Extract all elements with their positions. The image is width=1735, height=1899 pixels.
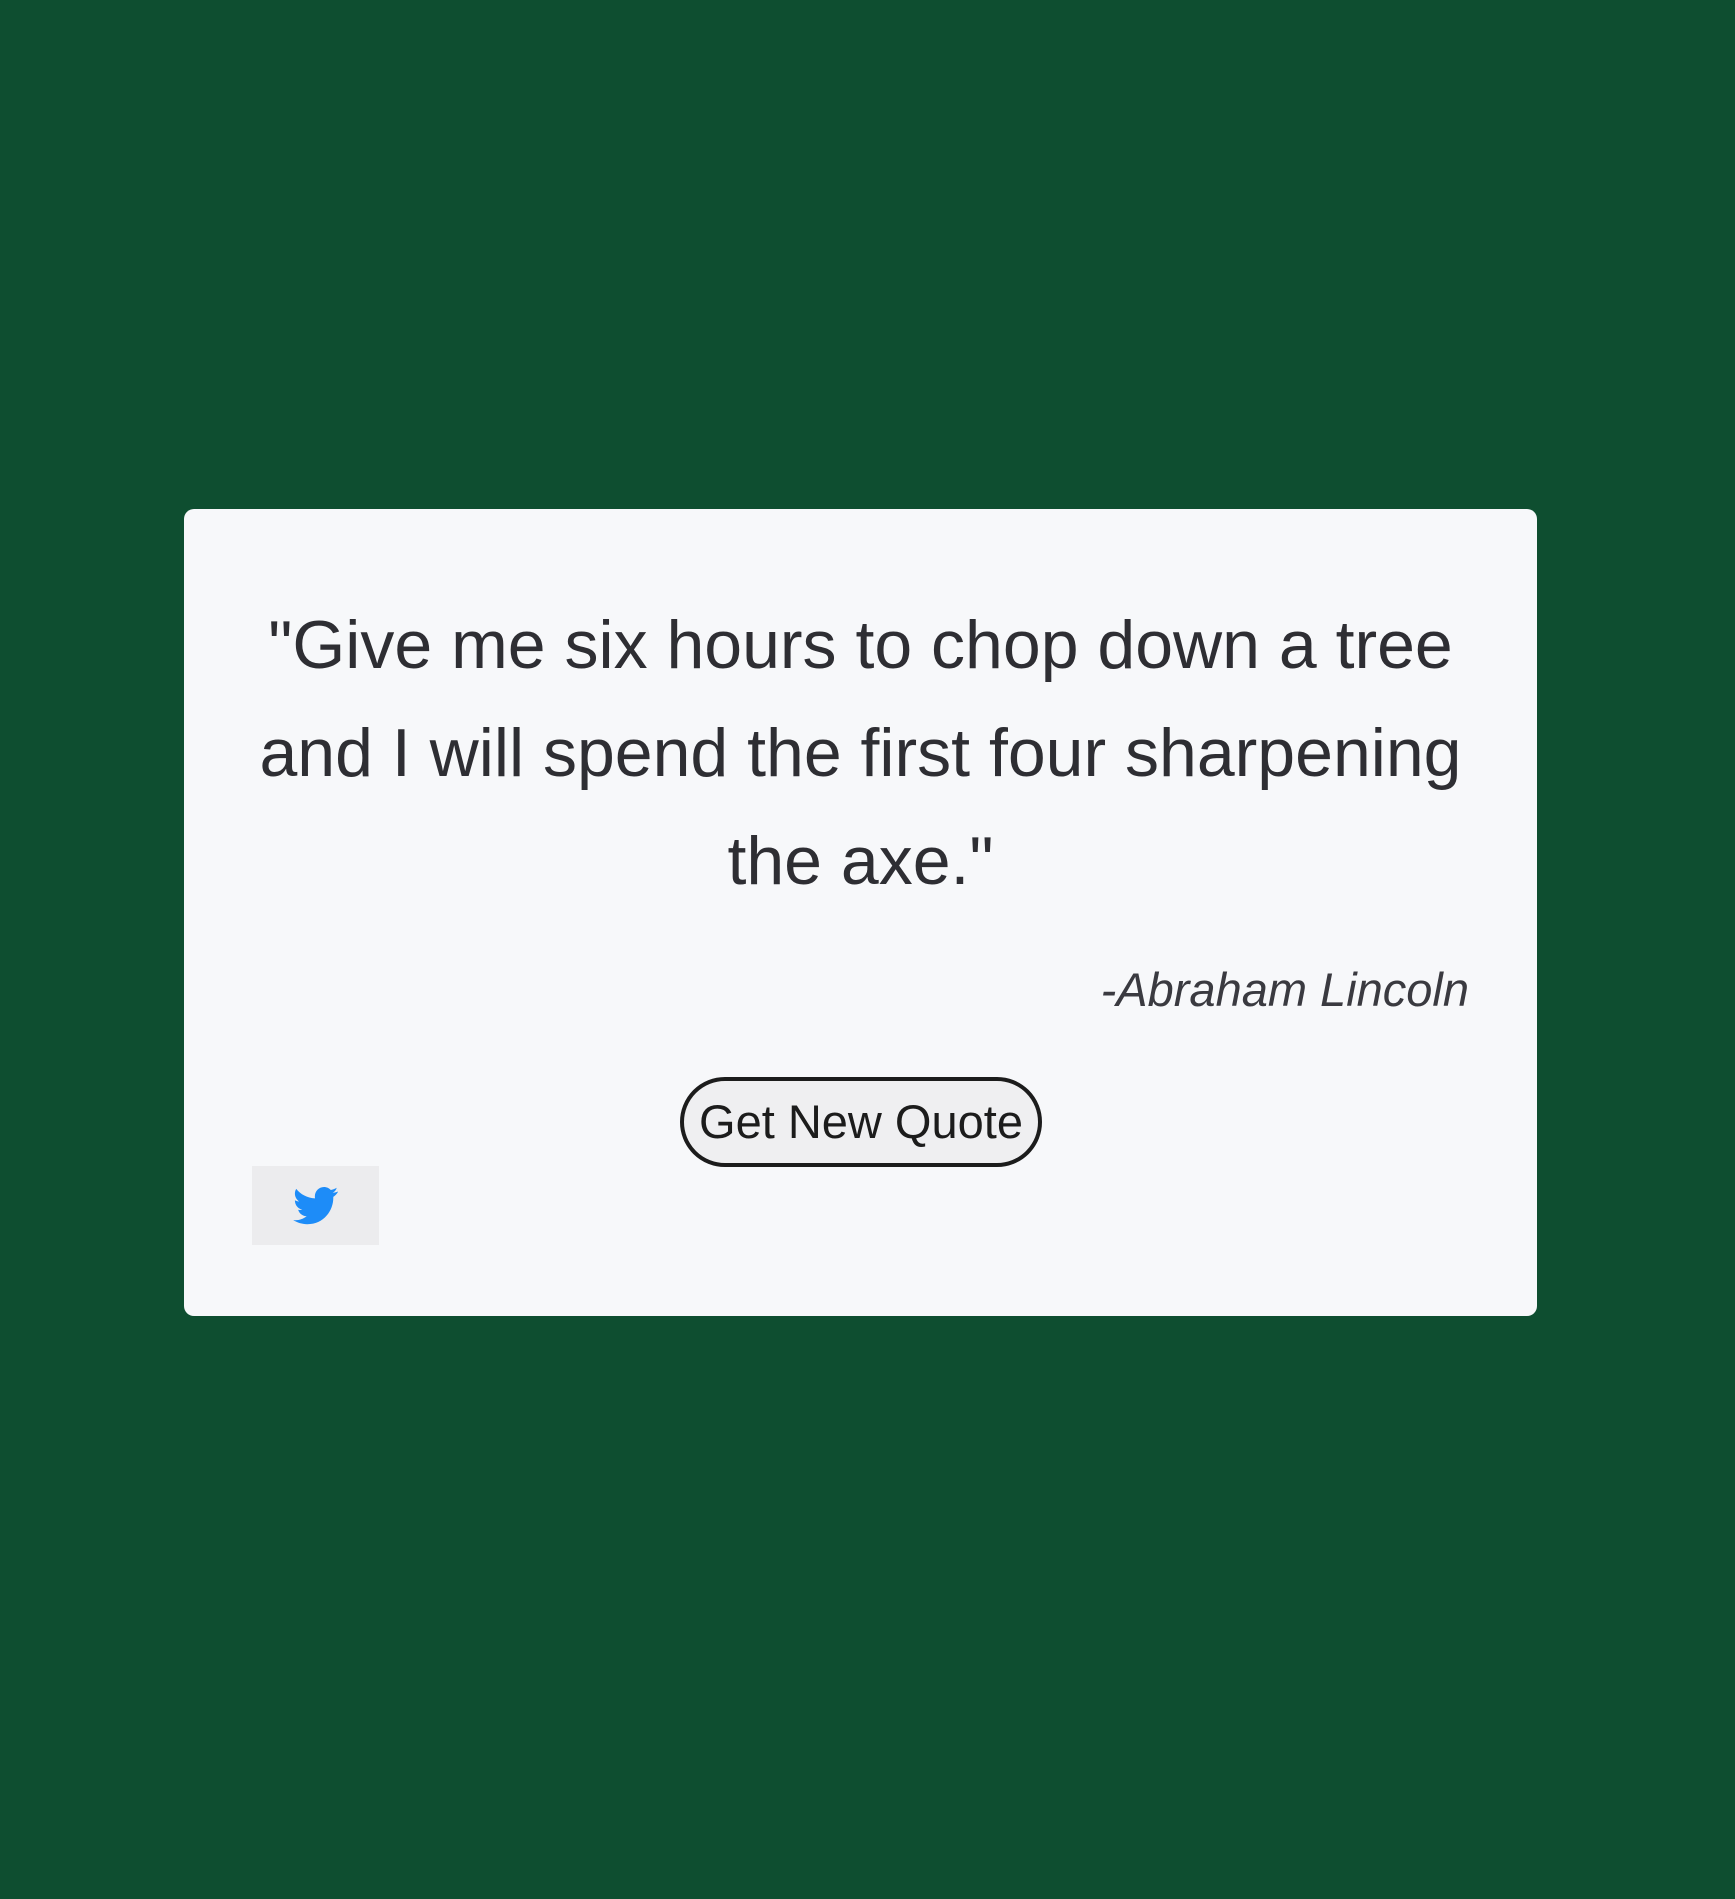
tweet-quote-button[interactable] [252, 1166, 379, 1245]
quote-text: "Give me six hours to chop down a tree a… [259, 607, 1462, 899]
new-quote-button[interactable]: Get New Quote [680, 1077, 1042, 1167]
quote-box: "Give me six hours to chop down a tree a… [184, 509, 1537, 1316]
twitter-icon [292, 1186, 339, 1225]
quote-author: -Abraham Lincoln [1100, 963, 1469, 1016]
